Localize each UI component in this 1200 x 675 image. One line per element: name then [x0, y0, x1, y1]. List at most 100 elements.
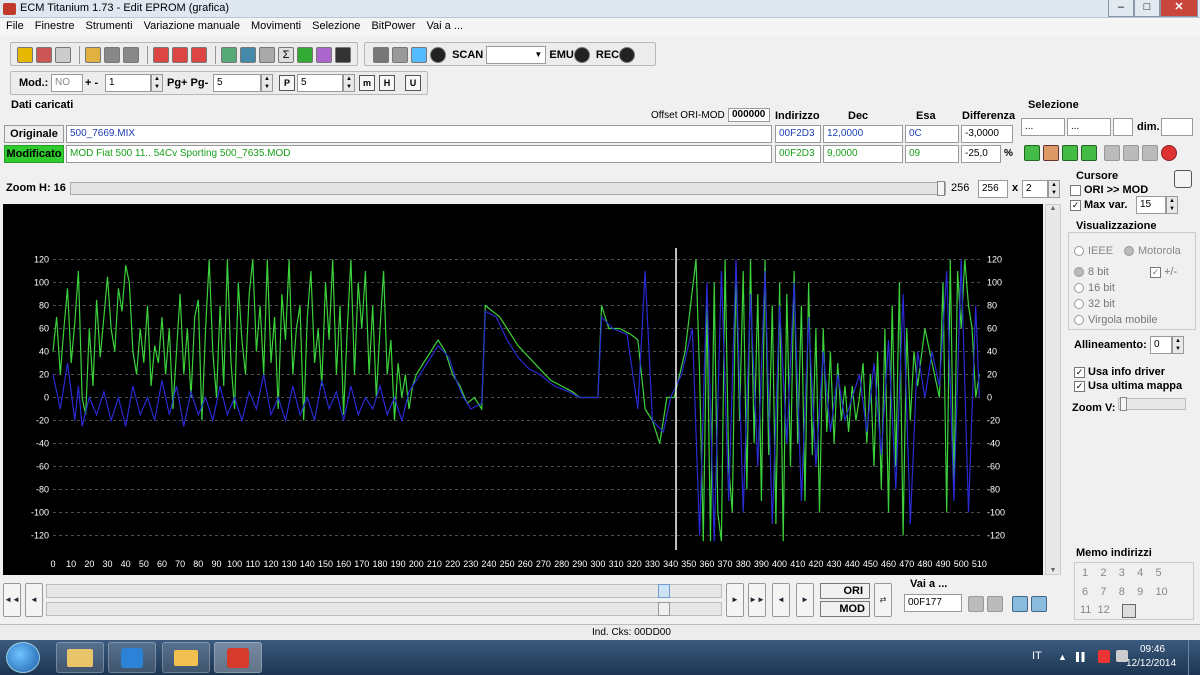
open-folder-icon[interactable] [85, 47, 101, 63]
mod-button[interactable]: MOD [820, 601, 870, 617]
position-thumb[interactable] [658, 584, 670, 598]
pg-field[interactable]: 5 [213, 74, 261, 92]
lock-cursor-icon[interactable] [1174, 170, 1192, 188]
maxthon-taskbar-icon[interactable] [108, 642, 156, 673]
save-eprom-icon[interactable] [36, 47, 52, 63]
home-icon[interactable] [17, 47, 33, 63]
goto-forward-icon[interactable] [987, 596, 1003, 612]
ieee-radio[interactable] [1074, 246, 1084, 257]
paste-selection-icon[interactable] [1123, 145, 1139, 161]
align-spinner[interactable]: ▲ ▼ [1172, 336, 1184, 354]
ori-mod-checkbox[interactable] [1070, 184, 1081, 196]
calculator-icon[interactable] [221, 47, 237, 63]
p-icon[interactable]: P [279, 75, 295, 91]
ori-button[interactable]: ORI [820, 583, 870, 599]
edit-icon[interactable] [259, 47, 275, 63]
explorer-taskbar-icon[interactable] [56, 642, 104, 673]
binoculars-icon[interactable] [335, 47, 351, 63]
plusminus-checkbox[interactable]: ✓ [1150, 266, 1161, 278]
language-indicator[interactable]: IT [1032, 650, 1042, 662]
memo-1[interactable]: 1 [1082, 567, 1088, 579]
offset-field[interactable]: 000000 [728, 108, 770, 122]
modified-file-field[interactable]: MOD Fiat 500 11.. 54Cv Sporting 500_7635… [66, 145, 772, 163]
dim-field[interactable] [1161, 118, 1193, 136]
ecm-taskbar-icon[interactable] [214, 642, 262, 673]
checksum-icon[interactable] [153, 47, 169, 63]
start-button[interactable] [6, 642, 40, 673]
goto-mark-icon[interactable] [1012, 596, 1028, 612]
show-desktop-button[interactable] [1188, 640, 1200, 675]
m-icon[interactable]: m [359, 75, 375, 91]
max-var-field[interactable]: 15 [1136, 196, 1166, 214]
memo-2[interactable]: 2 [1100, 567, 1106, 579]
bit16-option[interactable]: 16 bit [1074, 282, 1115, 294]
fine-scrollbar[interactable] [46, 602, 722, 616]
bit32-option[interactable]: 32 bit [1074, 298, 1115, 310]
memo-7[interactable]: 7 [1100, 586, 1106, 598]
bit32-radio[interactable] [1074, 299, 1084, 310]
select-block-icon[interactable] [1081, 145, 1097, 161]
modified-diff[interactable]: -25,0 [961, 145, 1001, 163]
original-label[interactable]: Originale [4, 125, 64, 143]
modified-label[interactable]: Modificato [4, 145, 64, 163]
pg-spinner[interactable]: ▲ ▼ [261, 74, 273, 92]
lock-icon[interactable] [392, 47, 408, 63]
swap-button[interactable]: ⇄ [874, 583, 892, 617]
selection-end-field[interactable]: ... [1067, 118, 1111, 136]
memo-11[interactable]: 11 [1080, 604, 1091, 616]
scan-label[interactable]: SCAN [452, 49, 483, 61]
next-diff-button[interactable]: ► [796, 583, 814, 617]
original-file-field[interactable]: 500_7669.MIX [66, 125, 772, 143]
goto-back-icon[interactable] [968, 596, 984, 612]
zoom-h-slider[interactable] [70, 181, 946, 196]
emu-dot-icon[interactable] [573, 47, 590, 63]
graph-icon[interactable] [297, 47, 313, 63]
memo-6[interactable]: 6 [1082, 586, 1088, 598]
rec-label[interactable]: REC [596, 49, 619, 61]
plusminus-option[interactable]: ✓ +/- [1150, 266, 1177, 278]
rec-dot-icon[interactable] [619, 47, 636, 63]
copy-icon[interactable] [55, 47, 71, 63]
motorola-radio[interactable] [1124, 246, 1134, 257]
memo-save-icon[interactable] [1122, 604, 1136, 618]
step-field[interactable]: 1 [105, 74, 151, 92]
fine-thumb[interactable] [658, 602, 670, 616]
ori-mod-option[interactable]: ORI >> MOD [1070, 184, 1148, 196]
select-start-icon[interactable] [1024, 145, 1040, 161]
float-radio[interactable] [1074, 315, 1084, 326]
modified-dec[interactable]: 9,0000 [823, 145, 903, 163]
menu-file[interactable]: File [0, 18, 29, 32]
driver-checkbox[interactable]: ✓ [1074, 366, 1085, 378]
memo-12[interactable]: 12 [1098, 604, 1110, 616]
tool-icon[interactable] [373, 47, 389, 63]
graph-vertical-scrollbar[interactable]: ▲ ▼ [1045, 204, 1061, 575]
phone-icon[interactable] [240, 47, 256, 63]
modified-hex[interactable]: 09 [905, 145, 959, 163]
zoom-v-slider[interactable] [1118, 397, 1186, 411]
chart-icon[interactable] [316, 47, 332, 63]
last-page-button[interactable]: ►► [748, 583, 766, 617]
memo-3[interactable]: 3 [1119, 567, 1125, 579]
zoom-h-field[interactable]: 256 [978, 180, 1008, 198]
position-scrollbar[interactable] [46, 584, 722, 598]
prev-page-button[interactable]: ◄ [25, 583, 43, 617]
next-page-button[interactable]: ► [726, 583, 744, 617]
network-icon[interactable] [1076, 652, 1090, 662]
clock-time[interactable]: 09:46 [1140, 644, 1165, 655]
h-icon[interactable]: H [379, 75, 395, 91]
graph-svg[interactable]: 120 120100 10080 8060 6040 4020 200 0-20 -20-40-… [3, 204, 1043, 575]
p-field[interactable]: 5 [297, 74, 343, 92]
reset-icon[interactable] [1161, 145, 1177, 161]
bit8-radio[interactable] [1074, 267, 1084, 278]
motorola-option[interactable]: Motorola [1124, 245, 1181, 257]
bit8-option[interactable]: 8 bit [1074, 266, 1109, 278]
menu-strumenti[interactable]: Strumenti [79, 18, 137, 32]
clock-date[interactable]: 12/12/2014 [1126, 658, 1176, 669]
record-dot-icon[interactable] [430, 47, 446, 63]
goto-jump-icon[interactable] [1031, 596, 1047, 612]
lastmap-option[interactable]: ✓ Usa ultima mappa [1074, 380, 1182, 392]
selection-extra-field[interactable] [1113, 118, 1133, 136]
goto-field[interactable]: 00F177 [904, 594, 962, 612]
driver-option[interactable]: ✓ Usa info driver [1074, 366, 1165, 378]
u-icon[interactable]: U [405, 75, 421, 91]
